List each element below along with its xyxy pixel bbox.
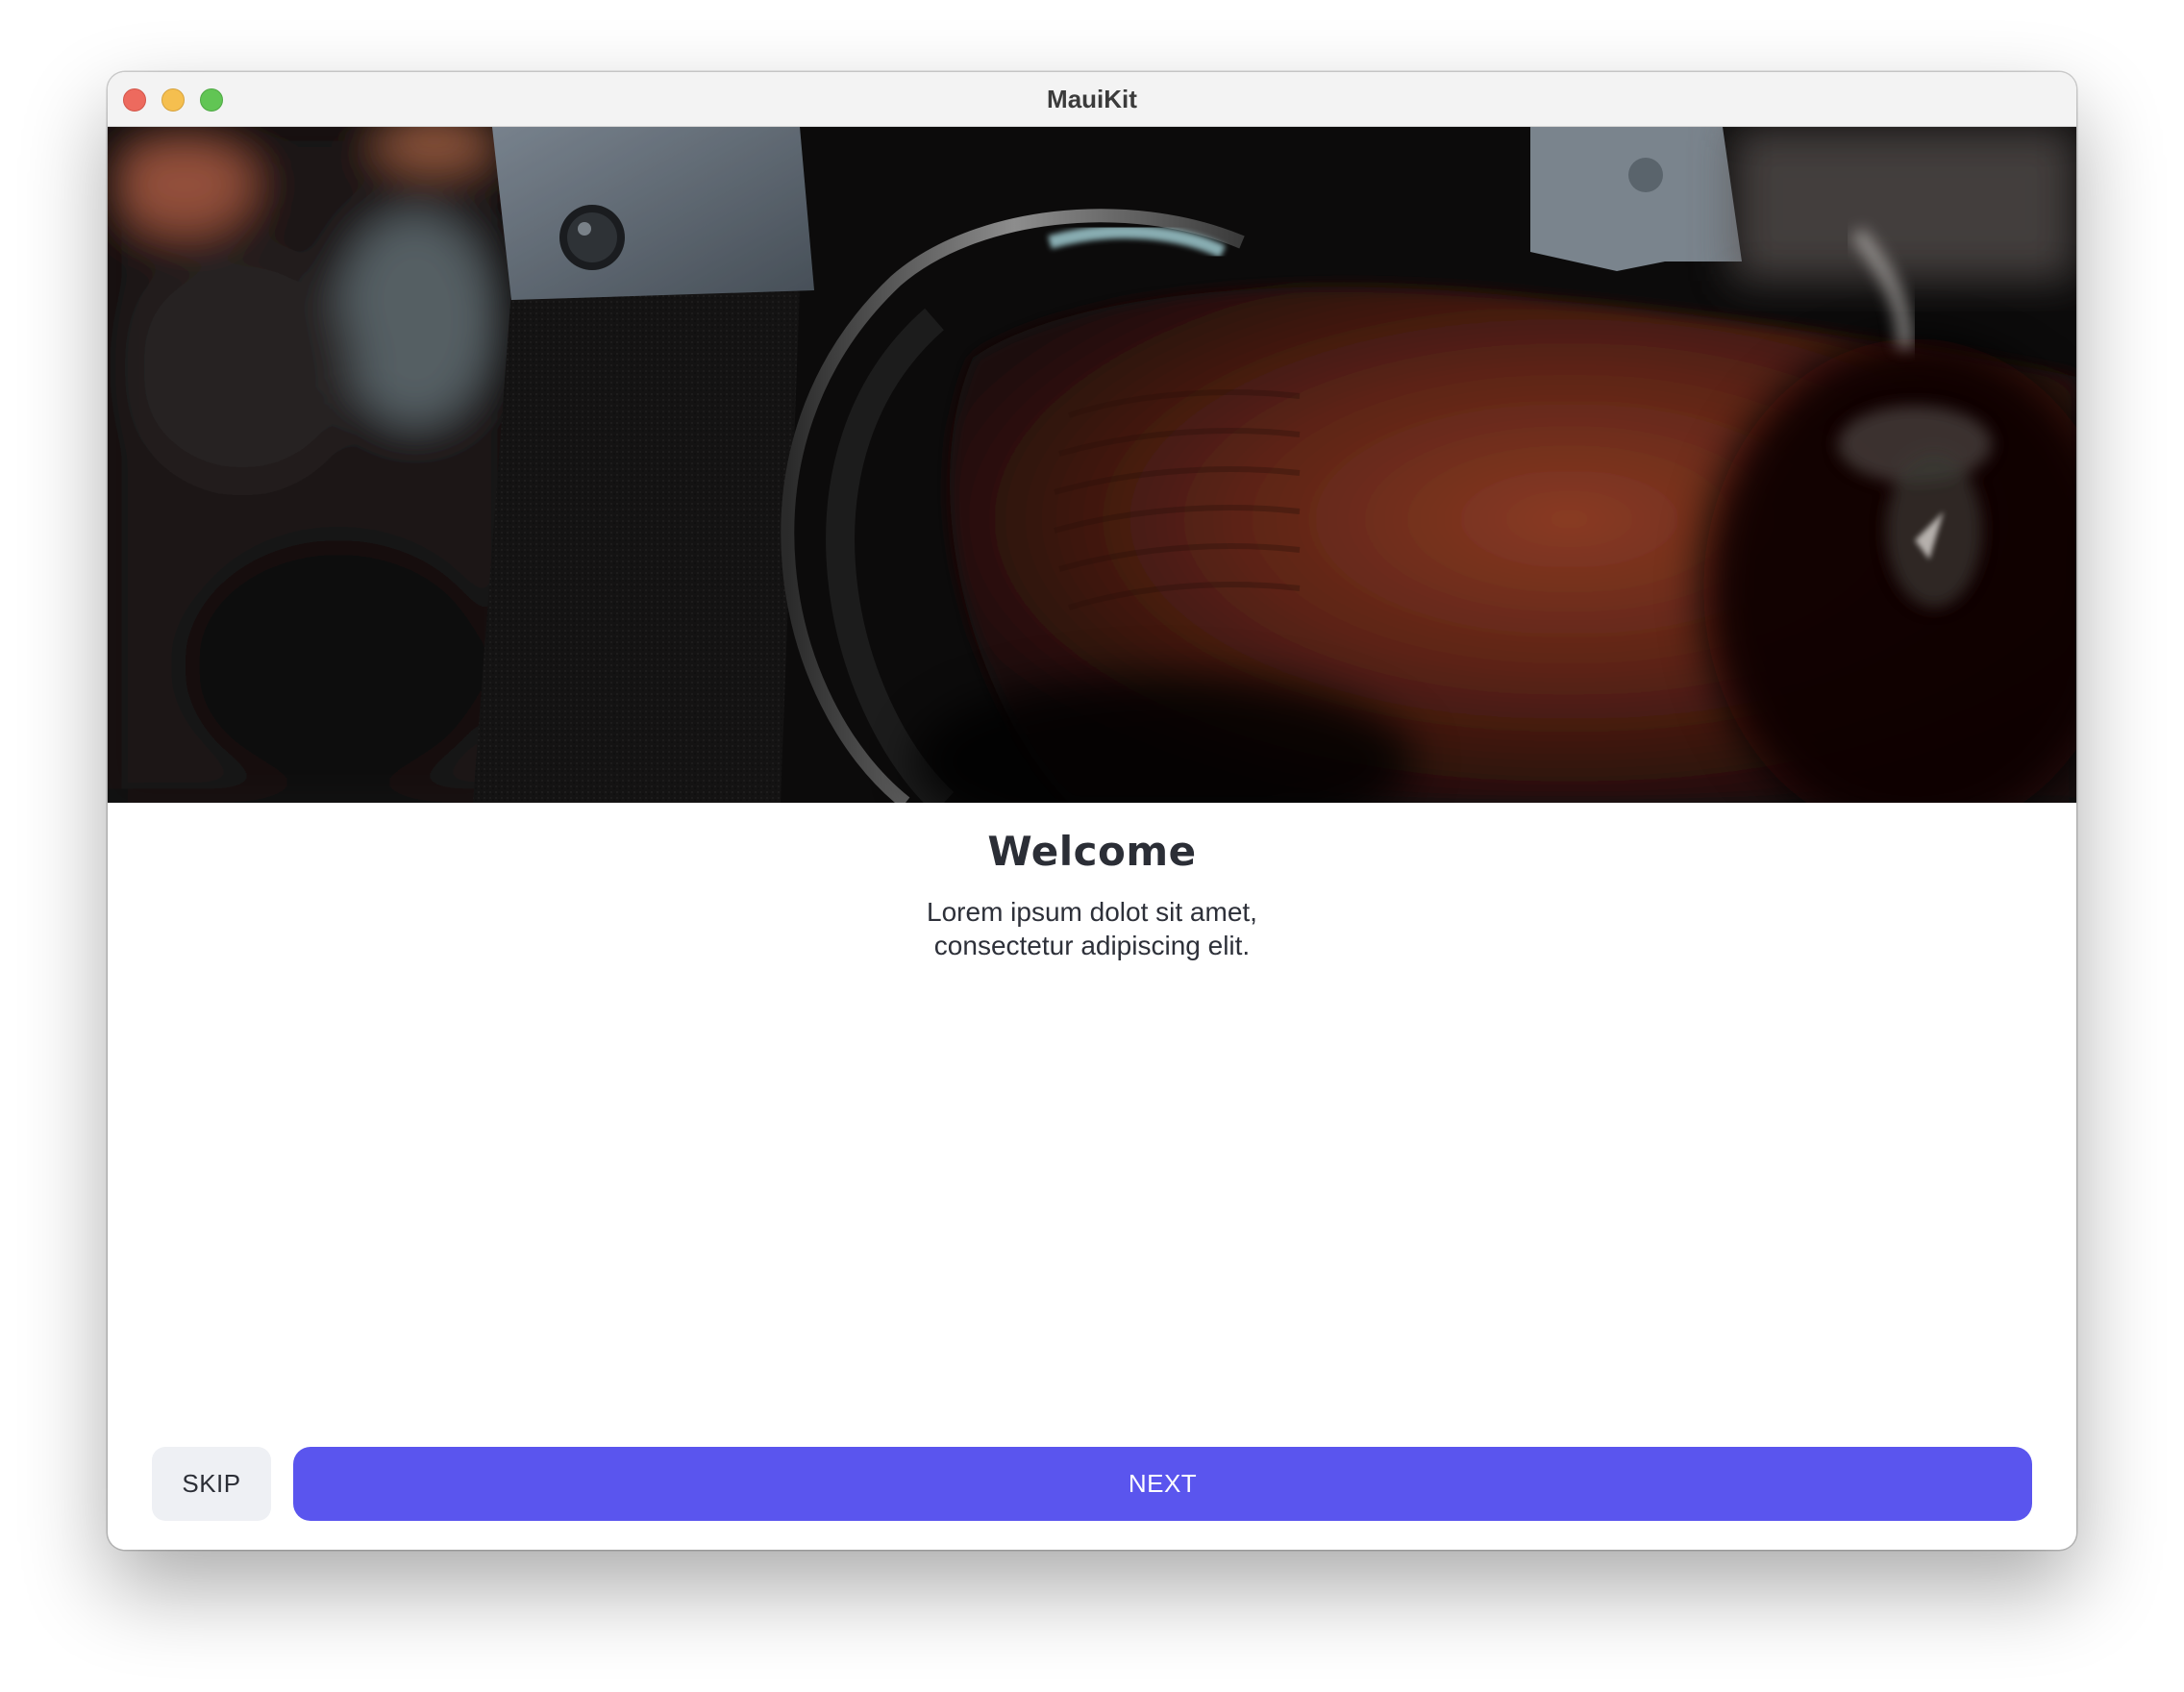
skip-button[interactable]: SKIP <box>152 1447 271 1521</box>
hero-image <box>108 127 2076 803</box>
welcome-description-line-2: consectetur adipiscing elit. <box>933 931 1251 960</box>
welcome-description: Lorem ipsum dolot sit amet, consectetur … <box>804 895 1380 962</box>
next-button[interactable]: NEXT <box>293 1447 2032 1521</box>
welcome-heading: Welcome <box>987 828 1197 875</box>
title-bar: MauiKit <box>108 72 2076 127</box>
app-window: MauiKit Welcome Lorem ipsum dolot sit am… <box>108 72 2076 1550</box>
welcome-description-line-1: Lorem ipsum dolot sit amet, <box>927 897 1257 927</box>
window-title: MauiKit <box>1047 85 1137 113</box>
camera-photo-illustration <box>108 127 2076 803</box>
